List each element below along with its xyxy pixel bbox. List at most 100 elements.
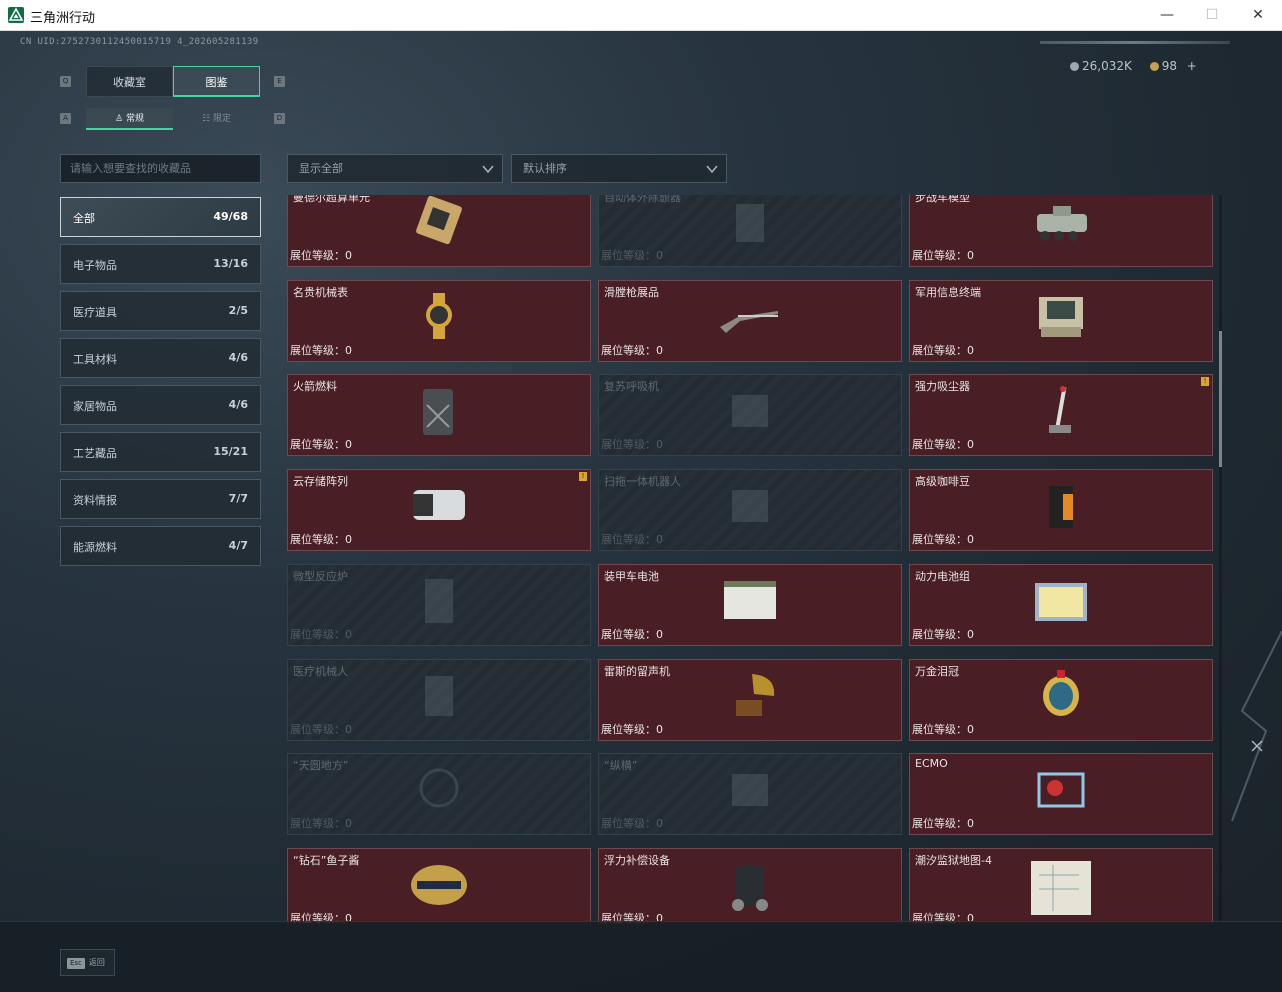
display-level-label: 展位等级： <box>601 533 656 547</box>
display-level-label: 展位等级： <box>912 249 967 262</box>
display-level: 展位等级：0 <box>912 721 974 737</box>
item-name: “纵横” <box>604 759 638 773</box>
subtab-limited[interactable]: ☷ 限定 <box>173 108 260 130</box>
category-label: 资料情报 <box>73 494 117 507</box>
collection-card[interactable]: 装甲车电池 展位等级：0 <box>598 563 902 646</box>
display-level-label: 展位等级： <box>290 722 345 736</box>
category-count: 2/5 <box>228 304 248 317</box>
coin-amount: 26,032K <box>1082 59 1132 73</box>
display-level-value: 0 <box>967 343 974 357</box>
sort-value: 默认排序 <box>523 162 567 175</box>
collection-card[interactable]: 医疗机械人展位等级：0 <box>287 658 591 741</box>
display-level-label: 展位等级： <box>601 249 656 262</box>
collection-card[interactable]: “钻石”鱼子酱 展位等级：0 <box>287 847 591 925</box>
display-level: 展位等级：0 <box>290 721 352 737</box>
collection-card[interactable]: “纵横” 展位等级：0 <box>598 753 902 836</box>
scrollbar-thumb[interactable] <box>1219 331 1222 467</box>
display-level-value: 0 <box>656 438 663 452</box>
search-input[interactable] <box>60 154 261 183</box>
display-level: 展位等级：0 <box>912 247 974 263</box>
window-title: 三角洲行动 <box>30 11 96 26</box>
collection-card[interactable]: 步战车模型 展位等级：0 <box>909 195 1213 267</box>
collection-card[interactable]: 高级咖啡豆 展位等级：0 <box>909 469 1213 552</box>
display-level: 展位等级：0 <box>601 531 663 547</box>
reactor-icon <box>425 578 453 623</box>
category-count: 7/7 <box>228 492 248 505</box>
item-name: 医疗机械人 <box>293 664 348 678</box>
item-name: 万金泪冠 <box>915 664 959 678</box>
collection-card[interactable]: 复苏呼吸机 展位等级：0 <box>598 374 902 457</box>
category-item[interactable]: 资料情报 7/7 <box>60 479 261 519</box>
collection-card[interactable]: 名贵机械表 展位等级：0 <box>287 279 591 362</box>
collection-card[interactable]: 微型反应炉 展位等级：0 <box>287 563 591 646</box>
item-name: 云存储阵列 <box>293 475 348 489</box>
main-tabs: 收藏室 图鉴 <box>86 66 260 97</box>
item-name: 浮力补偿设备 <box>604 853 670 867</box>
display-filter-dropdown[interactable]: 显示全部 <box>287 154 503 183</box>
back-button[interactable]: Esc 返回 <box>60 949 115 976</box>
footer-bar: Esc 返回 <box>0 921 1282 992</box>
ifv-model-icon <box>1037 206 1087 241</box>
display-level-label: 展位等级： <box>912 627 967 641</box>
collection-card[interactable]: ECMO 展位等级：0 <box>909 753 1213 836</box>
display-level: 展位等级：0 <box>912 342 974 358</box>
currency-display: 26,032K 98 + <box>1070 59 1197 73</box>
category-item[interactable]: 医疗道具 2/5 <box>60 291 261 331</box>
display-level-value: 0 <box>656 817 663 831</box>
display-level: 展位等级：0 <box>290 436 352 452</box>
display-level: 展位等级：0 <box>601 721 663 737</box>
collection-card[interactable]: 火箭燃料 展位等级：0 <box>287 374 591 457</box>
collection-card[interactable]: 自动体外除颤器 展位等级：0 <box>598 195 902 267</box>
display-level: 展位等级：0 <box>290 247 352 263</box>
player-uid: CN UID:2752730112450015719 4_20260528113… <box>20 37 259 47</box>
category-item[interactable]: 能源燃料 4/7 <box>60 526 261 566</box>
display-level: 展位等级：0 <box>912 436 974 452</box>
display-level: 展位等级：0 <box>912 815 974 831</box>
collection-card[interactable]: 雷斯的留声机 展位等级：0 <box>598 658 902 741</box>
display-level-label: 展位等级： <box>601 438 656 452</box>
collection-card[interactable]: 滑膛枪展品 展位等级：0 <box>598 279 902 362</box>
category-item[interactable]: 全部 49/68 <box>60 197 261 237</box>
background-decoration <box>1231 630 1282 822</box>
category-count: 4/6 <box>228 398 248 411</box>
category-count: 15/21 <box>213 445 248 458</box>
collection-grid: 曼德尔超算单元 展位等级：0 自动体外除颤器 展位等级：0 步战车模型 展位等级：0 名贵机… <box>287 195 1213 925</box>
maximize-button[interactable]: ☐ <box>1189 0 1235 31</box>
collection-card[interactable]: 军用信息终端 展位等级：0 <box>909 279 1213 362</box>
sort-dropdown[interactable]: 默认排序 <box>511 154 727 183</box>
collection-card[interactable]: 浮力补偿设备 展位等级：0 <box>598 847 902 925</box>
collection-card[interactable]: 扫拖一体机器人 展位等级：0 <box>598 469 902 552</box>
collection-card[interactable]: 动力电池组 展位等级：0 <box>909 563 1213 646</box>
collection-card[interactable]: 潮汐监狱地图-4 展位等级：0 <box>909 847 1213 925</box>
collection-card[interactable]: 曼德尔超算单元 展位等级：0 <box>287 195 591 267</box>
display-level: 展位等级：0 <box>601 342 663 358</box>
collection-card[interactable]: 强力吸尘器 展位等级：0! <box>909 374 1213 457</box>
category-label: 能源燃料 <box>73 541 117 554</box>
collection-card[interactable]: 万金泪冠展位等级：0 <box>909 658 1213 741</box>
display-level-value: 0 <box>656 722 663 736</box>
coffee-bag-icon <box>1049 486 1073 529</box>
tab-codex[interactable]: 图鉴 <box>173 66 260 97</box>
category-item[interactable]: 工具材料 4/6 <box>60 338 261 378</box>
item-name: ECMO <box>915 757 948 771</box>
add-currency-button[interactable]: + <box>1187 59 1197 73</box>
display-level-label: 展位等级： <box>290 343 345 357</box>
category-list: 全部 49/68 电子物品 13/16 医疗道具 2/5 工具材料 4/6 家居物品 4/6 工艺藏… <box>60 197 261 573</box>
terminal-icon <box>1039 296 1083 337</box>
category-item[interactable]: 家居物品 4/6 <box>60 385 261 425</box>
display-level-value: 0 <box>345 817 352 831</box>
close-button[interactable]: ✕ <box>1235 0 1281 31</box>
display-level: 展位等级：0 <box>912 626 974 642</box>
category-item[interactable]: 电子物品 13/16 <box>60 244 261 284</box>
minimize-button[interactable]: — <box>1144 0 1190 31</box>
map-icon <box>1031 860 1091 915</box>
sub-tabs: ♙ 常规 ☷ 限定 <box>86 108 260 130</box>
tab-collection-room[interactable]: 收藏室 <box>86 66 173 97</box>
display-level-label: 展位等级： <box>912 343 967 357</box>
collection-card[interactable]: 云存储阵列 展位等级：0! <box>287 469 591 552</box>
subtab-regular[interactable]: ♙ 常规 <box>86 108 173 130</box>
collection-card[interactable]: “天圆地方” 展位等级：0 <box>287 753 591 836</box>
category-item[interactable]: 工艺藏品 15/21 <box>60 432 261 472</box>
gramophone-icon <box>736 673 775 716</box>
item-name: 名贵机械表 <box>293 285 348 299</box>
